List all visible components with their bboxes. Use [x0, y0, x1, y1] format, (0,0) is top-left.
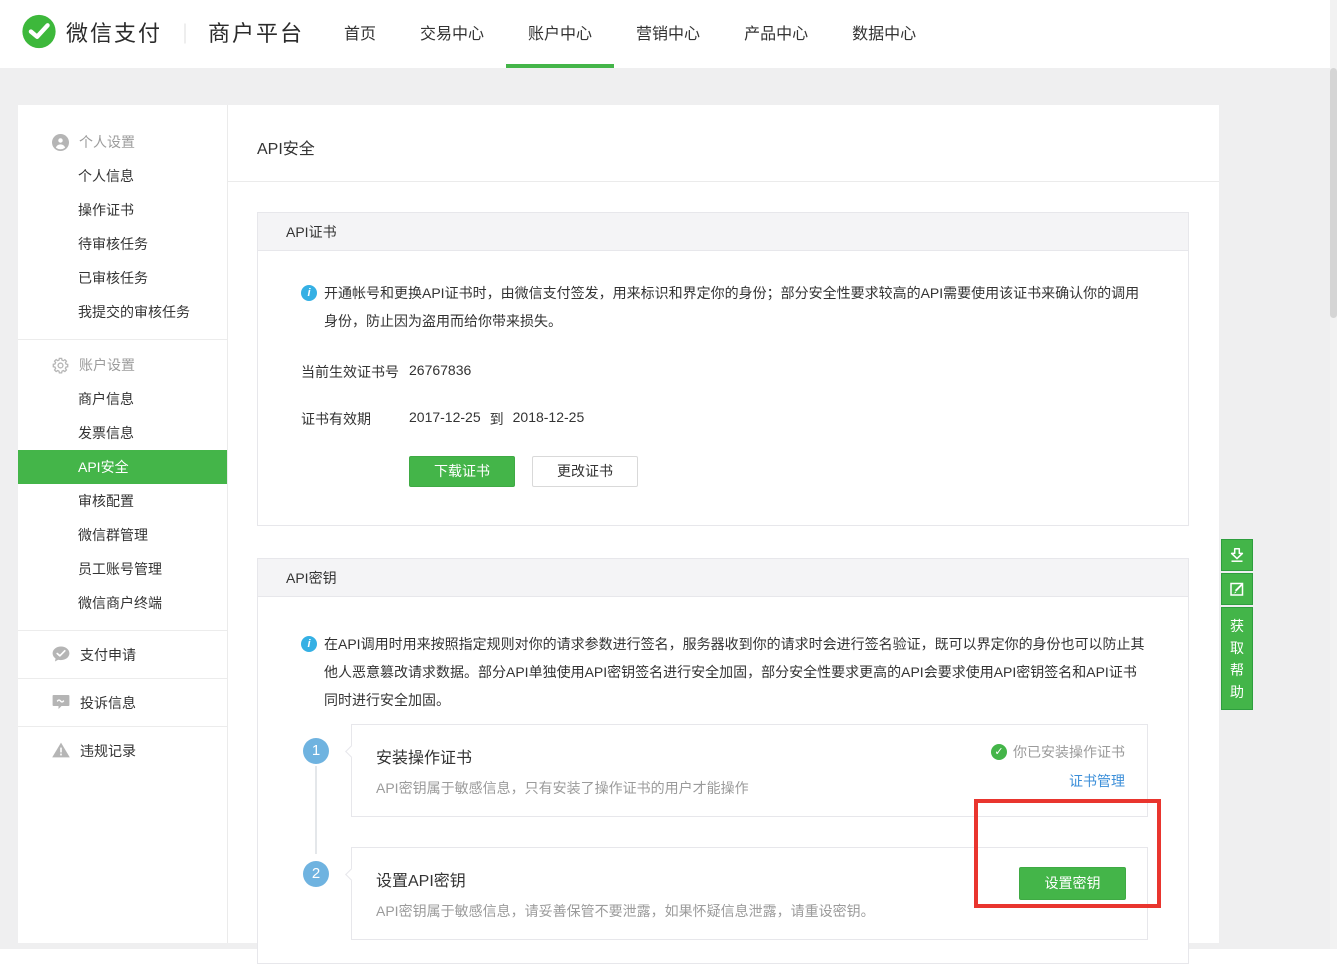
- cert-number-value: 26767836: [409, 362, 471, 382]
- scrollbar-track[interactable]: [1330, 0, 1337, 949]
- step-install-cert: 1 安装操作证书 API密钥属于敏感信息，只有安装了操作证书的用户才能操作 你已…: [301, 724, 1148, 817]
- gear-icon: [52, 357, 69, 374]
- sidebar-item-staff-account-mgmt[interactable]: 员工账号管理: [18, 552, 227, 586]
- api-key-info-text: 在API调用时用来按照指定规则对你的请求参数进行签名，服务器收到你的请求时会进行…: [324, 630, 1148, 714]
- sidebar-group-account: 账户设置 商户信息 发票信息 API安全 审核配置 微信群管理 员工账号管理 微…: [18, 340, 227, 630]
- sidebar-item-pending-review[interactable]: 待审核任务: [18, 227, 227, 261]
- page-title: API安全: [228, 105, 1219, 182]
- sidebar-item-reviewed[interactable]: 已审核任务: [18, 261, 227, 295]
- sidebar-link-label: 支付申请: [80, 645, 136, 665]
- get-help-button[interactable]: 获取帮助: [1221, 607, 1253, 710]
- download-icon: [1228, 546, 1246, 564]
- help-panel: 获取帮助: [1221, 539, 1253, 710]
- brand-platform: 商户平台: [208, 16, 304, 48]
- step-1-status: 你已安装操作证书: [991, 742, 1125, 762]
- step-1-circle: 1: [303, 738, 329, 764]
- sidebar-item-invoice-info[interactable]: 发票信息: [18, 416, 227, 450]
- step-1-desc: API密钥属于敏感信息，只有安装了操作证书的用户才能操作: [376, 778, 1117, 798]
- sidebar-group-personal: 个人设置 个人信息 操作证书 待审核任务 已审核任务 我提交的审核任务: [18, 105, 227, 339]
- sidebar-item-review-config[interactable]: 审核配置: [18, 484, 227, 518]
- set-key-button[interactable]: 设置密钥: [1019, 867, 1126, 900]
- sidebar-item-wechat-merchant-terminal[interactable]: 微信商户终端: [18, 586, 227, 620]
- step-1-status-text: 你已安装操作证书: [1013, 742, 1125, 762]
- api-cert-section: API证书 开通帐号和更换API证书时，由微信支付签发，用来标识和界定你的身份；…: [257, 212, 1189, 526]
- step-1-card: 安装操作证书 API密钥属于敏感信息，只有安装了操作证书的用户才能操作 你已安装…: [351, 724, 1148, 817]
- sidebar-link-label: 投诉信息: [80, 693, 136, 713]
- sidebar-item-personal-info[interactable]: 个人信息: [18, 159, 227, 193]
- nav-product-center[interactable]: 产品中心: [722, 0, 830, 68]
- info-icon: [301, 636, 317, 652]
- sidebar-item-my-submitted-review[interactable]: 我提交的审核任务: [18, 295, 227, 329]
- sidebar-item-operation-cert[interactable]: 操作证书: [18, 193, 227, 227]
- cert-number-row: 当前生效证书号 26767836: [301, 362, 1148, 382]
- brand-separator: ｜: [175, 18, 195, 47]
- cert-manage-link[interactable]: 证书管理: [1069, 771, 1125, 791]
- sidebar-item-wechat-group-mgmt[interactable]: 微信群管理: [18, 518, 227, 552]
- nav-home[interactable]: 首页: [322, 0, 398, 68]
- api-key-steps: 1 安装操作证书 API密钥属于敏感信息，只有安装了操作证书的用户才能操作 你已…: [301, 724, 1148, 940]
- step-2-title: 设置API密钥: [376, 867, 1117, 891]
- sidebar-link-payment-apply[interactable]: 支付申请: [18, 631, 227, 678]
- main-content: API安全 API证书 开通帐号和更换API证书时，由微信支付签发，用来标识和界…: [228, 105, 1219, 943]
- sidebar-group-label: 个人设置: [79, 132, 135, 152]
- nav-trade-center[interactable]: 交易中心: [398, 0, 506, 68]
- sidebar-group-personal-header[interactable]: 个人设置: [18, 125, 227, 159]
- api-key-section: API密钥 在API调用时用来按照指定规则对你的请求参数进行签名，服务器收到你的…: [257, 558, 1189, 964]
- sidebar-item-merchant-info[interactable]: 商户信息: [18, 382, 227, 416]
- step-set-api-key: 2 设置API密钥 API密钥属于敏感信息，请妥善保管不要泄露，如果怀疑信息泄露…: [301, 847, 1148, 940]
- edit-icon: [1228, 580, 1246, 598]
- change-cert-button[interactable]: 更改证书: [532, 456, 638, 487]
- nav-marketing-center[interactable]: 营销中心: [614, 0, 722, 68]
- sidebar-link-violation-record[interactable]: 违规记录: [18, 727, 227, 774]
- wechat-bubble-icon: [52, 646, 70, 663]
- api-key-section-title: API密钥: [257, 558, 1189, 597]
- sidebar-link-label: 违规记录: [80, 741, 136, 761]
- top-nav: 首页 交易中心 账户中心 营销中心 产品中心 数据中心: [322, 0, 938, 68]
- wechat-pay-logo-icon: [20, 13, 58, 51]
- check-circle-icon: [991, 744, 1007, 760]
- sidebar-item-api-security[interactable]: API安全: [18, 450, 227, 484]
- cert-valid-to: 2018-12-25: [513, 409, 585, 429]
- get-help-label: 获取帮助: [1229, 615, 1245, 703]
- scrollbar-thumb[interactable]: [1330, 68, 1337, 318]
- download-help-button[interactable]: [1221, 539, 1253, 571]
- feedback-help-button[interactable]: [1221, 573, 1253, 605]
- cert-valid-from: 2017-12-25: [409, 409, 481, 429]
- api-cert-section-title: API证书: [257, 212, 1189, 251]
- user-icon: [52, 134, 69, 151]
- comment-icon: [52, 694, 70, 711]
- cert-number-label: 当前生效证书号: [301, 362, 409, 382]
- download-cert-button[interactable]: 下载证书: [409, 456, 515, 487]
- warning-icon: [52, 742, 70, 759]
- step-2-card: 设置API密钥 API密钥属于敏感信息，请妥善保管不要泄露，如果怀疑信息泄露，请…: [351, 847, 1148, 940]
- api-cert-info-text: 开通帐号和更换API证书时，由微信支付签发，用来标识和界定你的身份；部分安全性要…: [324, 279, 1148, 335]
- cert-validity-row: 证书有效期 2017-12-25 到 2018-12-25: [301, 409, 1148, 429]
- step-2-desc: API密钥属于敏感信息，请妥善保管不要泄露，如果怀疑信息泄露，请重设密钥。: [376, 901, 1117, 921]
- brand[interactable]: 微信支付 ｜ 商户平台: [20, 13, 304, 51]
- sidebar: 个人设置 个人信息 操作证书 待审核任务 已审核任务 我提交的审核任务 账户设置…: [18, 105, 228, 943]
- brand-name: 微信支付: [66, 16, 162, 48]
- nav-account-center[interactable]: 账户中心: [506, 0, 614, 68]
- sidebar-link-complaint-info[interactable]: 投诉信息: [18, 679, 227, 726]
- cert-validity-to-word: 到: [490, 409, 504, 429]
- sidebar-group-account-header[interactable]: 账户设置: [18, 348, 227, 382]
- step-connector-line: [315, 766, 317, 854]
- top-bar: 微信支付 ｜ 商户平台 首页 交易中心 账户中心 营销中心 产品中心 数据中心: [0, 0, 1337, 68]
- info-icon: [301, 285, 317, 301]
- cert-validity-label: 证书有效期: [301, 409, 409, 429]
- sidebar-group-label: 账户设置: [79, 355, 135, 375]
- step-2-circle: 2: [303, 861, 329, 887]
- nav-data-center[interactable]: 数据中心: [830, 0, 938, 68]
